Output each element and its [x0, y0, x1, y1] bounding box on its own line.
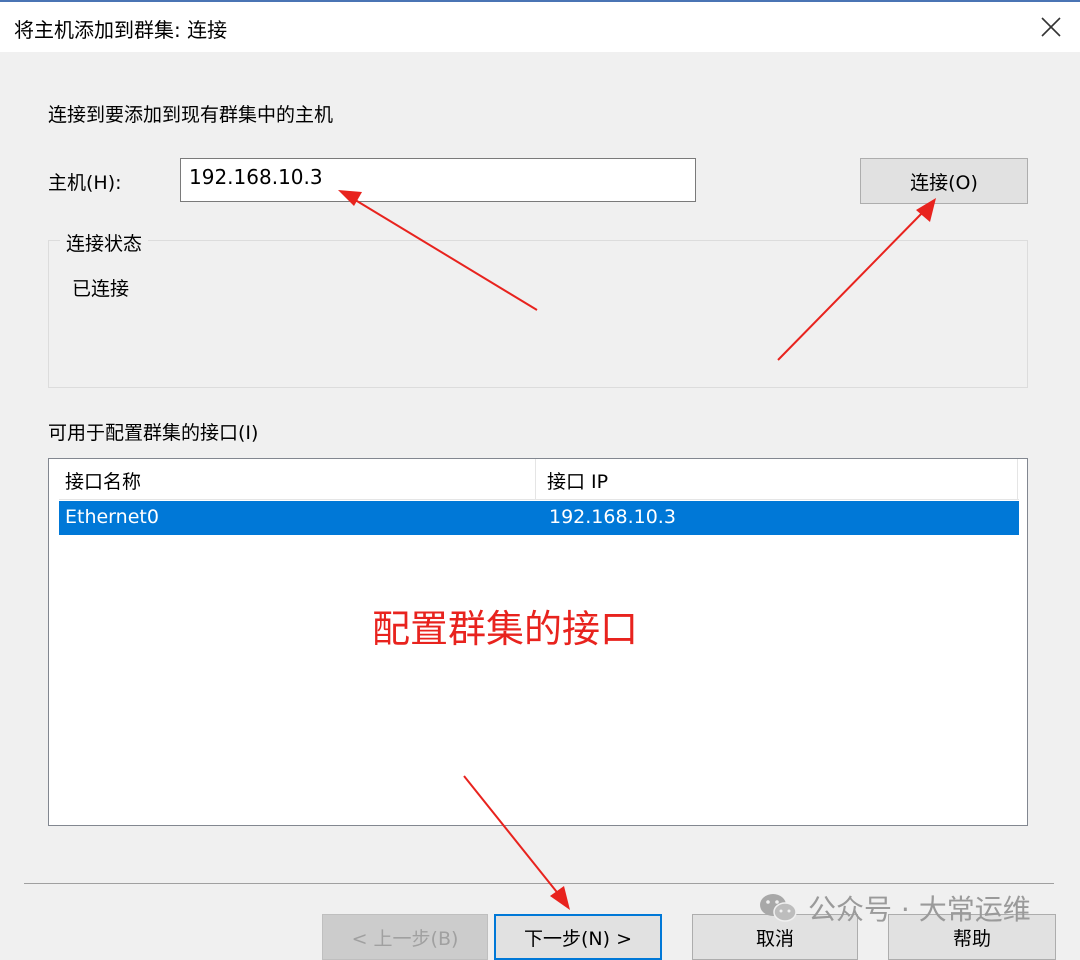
window-title: 将主机添加到群集: 连接 [14, 18, 228, 42]
watermark: 公众号 · 大常运维 [758, 888, 1031, 928]
annotation-text: 配置群集的接口 [372, 607, 639, 651]
close-button[interactable] [1036, 12, 1066, 42]
host-input[interactable]: 192.168.10.3 [180, 158, 696, 202]
interface-name-cell: Ethernet0 [65, 506, 159, 528]
interfaces-label: 可用于配置群集的接口(I) [48, 422, 259, 444]
column-header-name[interactable]: 接口名称 [65, 467, 141, 494]
list-header: 接口名称 接口 IP [59, 459, 1019, 500]
title-bar: 将主机添加到群集: 连接 [0, 0, 1080, 52]
wechat-icon [760, 894, 797, 922]
list-item[interactable]: Ethernet0 192.168.10.3 [59, 501, 1019, 535]
footer-separator [24, 883, 1054, 884]
column-header-ip[interactable]: 接口 IP [547, 467, 608, 494]
connection-status-group [48, 240, 1028, 388]
connection-status-legend: 连接状态 [60, 229, 149, 256]
instruction-text: 连接到要添加到现有群集中的主机 [48, 104, 334, 126]
host-label: 主机(H): [48, 172, 122, 194]
back-button[interactable]: < 上一步(B) [322, 914, 488, 960]
column-divider[interactable] [1017, 459, 1018, 499]
column-divider[interactable] [535, 459, 536, 499]
watermark-text: 公众号 · 大常运维 [808, 893, 1031, 926]
connect-button[interactable]: 连接(O) [860, 158, 1028, 204]
close-icon [1041, 17, 1061, 37]
interface-ip-cell: 192.168.10.3 [549, 506, 676, 528]
connection-status-text: 已连接 [72, 278, 130, 300]
arrow-head [550, 886, 570, 910]
next-button[interactable]: 下一步(N) > [494, 914, 662, 960]
